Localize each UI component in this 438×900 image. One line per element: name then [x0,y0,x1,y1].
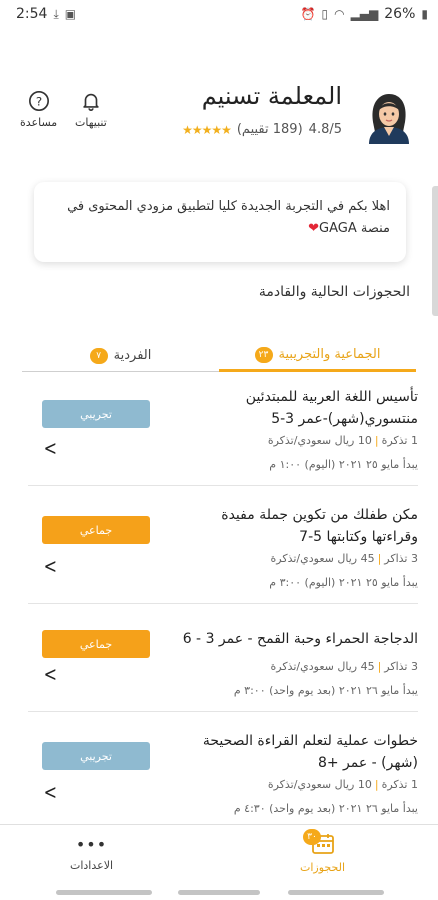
tab-group-trial[interactable]: الجماعية والتجريبية ٢٣ [219,340,416,372]
tab-group-label: الجماعية والتجريبية [278,347,381,362]
chevron-left-icon[interactable]: < [44,554,57,578]
vibrate-status-icon: ▯ [321,7,329,21]
booking-type-badge: جماعي [42,630,150,658]
more-dots-icon: ••• [75,835,108,854]
booking-item[interactable]: خطوات عملية لتعلم القراءة الصحيحة (شهر) … [28,712,418,824]
tab-group-badge: ٢٣ [254,346,273,363]
booking-price: 10 ريال سعودي/تذكرة [267,778,372,791]
teacher-rating: 4.8/5 (189 تقييم) ★★★★★ [182,122,342,137]
help-icon: ? [28,91,49,111]
tab-individual-badge: ٧ [89,347,108,364]
separator: | [374,434,379,447]
battery-icon: ▮ [421,7,428,21]
heart-icon: ❤ [308,221,320,236]
booking-price: 10 ريال سعودي/تذكرة [267,434,372,447]
image-status-icon: ▣ [64,7,77,21]
signal-status-icon: ▂▄▆ [350,7,379,21]
booking-title: مكن طفلك من تكوين جملة مفيدة وقراءتها وك… [221,507,418,545]
booking-tickets: 1 تذكرة [381,778,418,791]
booking-tickets-price: 1 تذكرة|10 ريال سعودي/تذكرة [268,778,418,791]
booking-item[interactable]: تأسيس اللغة العربية للمبتدئين منتسوري(شه… [28,372,418,486]
system-back-bar[interactable] [56,890,152,895]
teacher-name: المعلمة تسنيم [201,82,342,110]
booking-price: 45 ريال سعودي/تذكرة [270,660,375,673]
booking-type-badge: جماعي [42,516,150,544]
booking-start: يبدأ مايو ٢٥ ٢٠٢١ (اليوم) ٣:٠٠ م [269,576,418,589]
notifications-button[interactable]: تنبيهات [75,90,107,129]
nav-settings-label: الاعدادات [70,859,114,872]
teacher-header: ? مساعدة تنبيهات المعلمة تسنيم 4.8/5 (18… [0,78,438,148]
help-button[interactable]: ? مساعدة [20,90,57,129]
booking-type-badge: تجريبي [42,400,150,428]
teacher-avatar [369,94,409,144]
system-home-bar[interactable] [178,890,260,895]
help-label: مساعدة [20,116,58,129]
booking-tickets: 3 تذاكر [384,552,418,565]
booking-price: 45 ريال سعودي/تذكرة [270,552,375,565]
wifi-status-icon: ◠ [334,7,345,21]
status-time: 2:54 [16,6,48,22]
download-status-icon: ⤓ [53,6,59,21]
booking-tickets-price: 1 تذكرة|10 ريال سعودي/تذكرة [268,434,418,447]
booking-title: تأسيس اللغة العربية للمبتدئين منتسوري(شه… [245,389,418,427]
booking-list: تأسيس اللغة العربية للمبتدئين منتسوري(شه… [0,372,438,824]
booking-title: خطوات عملية لتعلم القراءة الصحيحة (شهر) … [202,733,418,771]
booking-title: الدجاجة الحمراء وحبة القمح - عمر 3 - 6 [182,631,418,647]
booking-item[interactable]: الدجاجة الحمراء وحبة القمح - عمر 3 - 6 3… [28,604,418,712]
booking-start: يبدأ مايو ٢٦ ٢٠٢١ (بعد يوم واحد) ٣:٠٠ م [233,684,418,697]
booking-item[interactable]: مكن طفلك من تكوين جملة مفيدة وقراءتها وك… [28,486,418,604]
alarm-status-icon: ⏰ [300,7,316,21]
status-bar: 2:54 ⤓ ▣ ⏰ ▯ ◠ ▂▄▆ 26% ▮ [0,0,438,28]
notifications-label: تنبيهات [75,116,107,129]
booking-tickets: 3 تذاكر [384,660,418,673]
welcome-text: اهلا بكم في التجربة الجديدة كليا لتطبيق … [67,199,390,236]
nav-bookings-badge: ٣٠ [303,829,321,845]
tab-individual[interactable]: الفردية ٧ [22,340,219,372]
separator: | [377,660,382,673]
nav-bookings-label: الحجوزات [300,861,346,874]
welcome-card: اهلا بكم في التجربة الجديدة كليا لتطبيق … [34,182,406,262]
tab-individual-label: الفردية [113,348,152,363]
battery-percent: 26% [384,6,416,22]
booking-tickets-price: 3 تذاكر|45 ريال سعودي/تذكرة [271,660,418,673]
section-title: الحجوزات الحالية والقادمة [258,284,410,300]
nav-settings[interactable]: ••• الاعدادات [70,833,114,873]
system-recents-bar[interactable] [288,890,384,895]
nav-bookings[interactable]: ٣٠ الحجوزات [300,829,346,874]
separator: | [374,778,379,791]
svg-text:?: ? [35,95,41,109]
bell-icon [83,93,99,111]
rating-stars-icon: ★★★★★ [182,122,232,137]
edge-scroll-handle[interactable] [432,186,438,316]
system-navigation [0,888,438,900]
rating-count: (189 تقييم) [236,122,303,137]
chevron-left-icon[interactable]: < [44,662,57,686]
booking-tickets-price: 3 تذاكر|45 ريال سعودي/تذكرة [271,552,418,565]
booking-tabs: الفردية ٧ الجماعية والتجريبية ٢٣ [22,340,416,372]
booking-start: يبدأ مايو ٢٦ ٢٠٢١ (بعد يوم واحد) ٤:٣٠ م [233,802,418,815]
separator: | [377,552,382,565]
booking-type-badge: تجريبي [42,742,150,770]
booking-start: يبدأ مايو ٢٥ ٢٠٢١ (اليوم) ١:٠٠ م [269,458,418,471]
bottom-navigation: ••• الاعدادات ٣٠ الحجوزات [0,824,438,890]
booking-tickets: 1 تذكرة [381,434,418,447]
chevron-left-icon[interactable]: < [44,780,57,804]
rating-value: 4.8/5 [308,122,342,137]
chevron-left-icon[interactable]: < [44,436,57,460]
